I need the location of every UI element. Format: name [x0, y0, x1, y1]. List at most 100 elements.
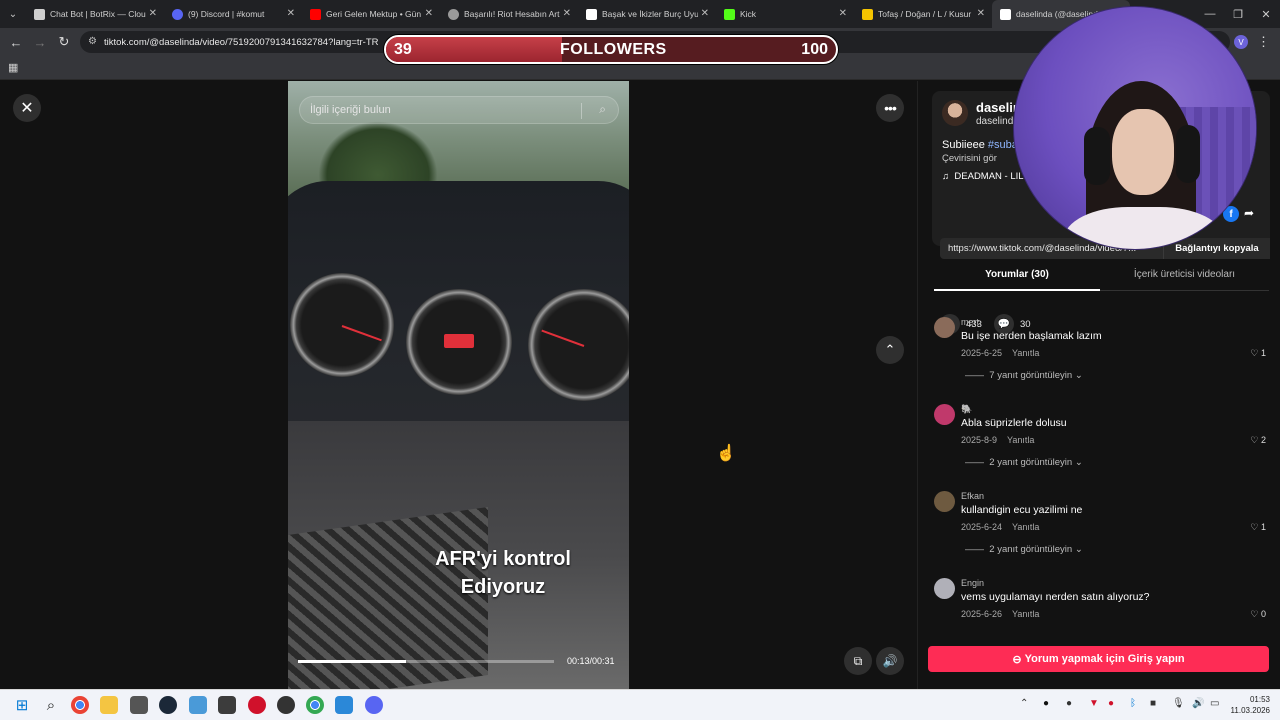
comment-avatar[interactable]: [934, 578, 955, 599]
apps-grid-icon[interactable]: ▦: [8, 61, 18, 74]
music-title: DEADMAN - LIL: [954, 171, 1024, 182]
avatar[interactable]: [942, 100, 968, 126]
tray-app-icon[interactable]: ▼: [1089, 698, 1099, 709]
maximize-icon[interactable]: ❐: [1224, 0, 1252, 28]
site-info-icon[interactable]: ⚙: [88, 36, 97, 47]
login-label: Yorum yapmak için Giriş yapın: [1024, 653, 1185, 665]
tab-title: Tofaş / Doğan / L / Kusur: [878, 9, 972, 19]
browser-tab[interactable]: Tofaş / Doğan / L / Kusur ✕: [854, 0, 992, 28]
video-caption: AFR'yi kontrol Ediyoruz: [408, 545, 598, 601]
windows-taskbar: ⊞ ⌕ ⌃ ● ● ▼ ● ᛒ ■ 🎙 🔊 ▭ 01:53 11.03.2026: [0, 689, 1280, 720]
view-replies-button[interactable]: —— 2 yanıt görüntüleyin ⌄: [965, 544, 1083, 555]
browser-tab[interactable]: Geri Gelen Mektup • Gün ✕: [302, 0, 440, 28]
comment-author[interactable]: 🐘: [961, 404, 972, 415]
tray-app-icon[interactable]: ●: [1066, 698, 1072, 709]
view-replies-label: 7 yanıt görüntüleyin: [989, 370, 1073, 381]
close-tab-icon[interactable]: ✕: [839, 8, 847, 19]
minimize-icon[interactable]: —: [1196, 0, 1224, 28]
speaker-icon[interactable]: 🔊: [1192, 698, 1204, 709]
tab-search-dropdown[interactable]: ⌄: [0, 0, 26, 28]
tiktok-icon: [1000, 8, 1011, 20]
comment-avatar[interactable]: [934, 404, 955, 425]
close-tab-icon[interactable]: ✕: [149, 8, 157, 19]
search-divider: [581, 103, 582, 119]
view-replies-button[interactable]: —— 7 yanıt görüntüleyin ⌄: [965, 370, 1083, 381]
login-to-comment-button[interactable]: ⊖ Yorum yapmak için Giriş yapın: [928, 646, 1269, 672]
browser-menu-icon[interactable]: ⋮: [1257, 34, 1270, 50]
browser-tab[interactable]: Chat Bot | BotRix — Cloud ✕: [26, 0, 164, 28]
comment-like-button[interactable]: ♡ 0: [1250, 609, 1266, 620]
kick-icon: [724, 8, 735, 20]
back-icon[interactable]: ←: [4, 28, 28, 56]
photos-icon[interactable]: [189, 696, 207, 714]
view-replies-button[interactable]: —— 2 yanıt görüntüleyin ⌄: [965, 457, 1083, 468]
video-progress-bar[interactable]: [298, 660, 554, 663]
bluetooth-icon[interactable]: ᛒ: [1130, 698, 1136, 709]
close-tab-icon[interactable]: ✕: [287, 8, 295, 19]
chrome-active-icon[interactable]: [306, 696, 324, 714]
more-options-button[interactable]: •••: [876, 94, 904, 122]
profile-avatar[interactable]: V: [1234, 35, 1248, 49]
discord-app-icon[interactable]: [365, 696, 383, 714]
steam-icon[interactable]: [159, 696, 177, 714]
search-icon[interactable]: ⌕: [599, 102, 606, 117]
microphone-icon[interactable]: 🎙: [1172, 698, 1185, 709]
previous-video-button[interactable]: ⌃: [876, 336, 904, 364]
forward-icon[interactable]: →: [28, 28, 52, 56]
calculator-icon[interactable]: [218, 696, 236, 714]
comment-author[interactable]: Engin: [961, 578, 984, 588]
reply-button[interactable]: Yanıtla: [1007, 435, 1034, 445]
tray-app-icon[interactable]: ●: [1043, 698, 1049, 709]
tab-creator-videos[interactable]: İçerik üreticisi videoları: [1100, 269, 1269, 280]
reply-button[interactable]: Yanıtla: [1012, 522, 1039, 532]
close-tab-icon[interactable]: ✕: [977, 8, 985, 19]
browser-tab[interactable]: Kick ✕: [716, 0, 854, 28]
tray-expand-icon[interactable]: ⌃: [1020, 698, 1028, 709]
opera-icon[interactable]: [248, 696, 266, 714]
search-icon[interactable]: ⌕: [42, 696, 60, 714]
tray-app-icon[interactable]: ●: [1108, 698, 1114, 709]
picture-in-picture-button[interactable]: ⧉: [844, 647, 872, 675]
comment-like-button[interactable]: ♡ 1: [1250, 348, 1266, 359]
goal-target: 100: [801, 41, 828, 58]
obs-icon[interactable]: [277, 696, 295, 714]
reply-button[interactable]: Yanıtla: [1012, 348, 1039, 358]
file-explorer-icon[interactable]: [100, 696, 118, 714]
close-tab-icon[interactable]: ✕: [701, 8, 709, 19]
related-search-input[interactable]: İlgili içeriği bulun ⌕: [299, 96, 619, 124]
comment-date: 2025-8-9: [961, 435, 998, 445]
tab-title: Başarılı! Riot Hesabın Art: [464, 9, 560, 19]
browser-tab[interactable]: Başak ve İkizler Burç Uyum ✕: [578, 0, 716, 28]
translate-link[interactable]: Çevirisini gör: [942, 153, 997, 164]
taskbar-clock[interactable]: 01:53 11.03.2026: [1231, 694, 1270, 716]
close-window-icon[interactable]: ✕: [1252, 0, 1280, 28]
comment-avatar[interactable]: [934, 317, 955, 338]
comment-author[interactable]: Efkan: [961, 491, 984, 501]
chrome-icon[interactable]: [71, 696, 89, 714]
network-icon[interactable]: ▭: [1210, 698, 1219, 709]
close-video-button[interactable]: ✕: [13, 94, 41, 122]
music-row[interactable]: ♫ DEADMAN - LIL: [942, 171, 1024, 182]
follower-goal-fill: [386, 37, 562, 62]
tab-title: Chat Bot | BotRix — Cloud: [50, 9, 146, 19]
tray-app-icon[interactable]: ■: [1150, 698, 1156, 709]
video-player[interactable]: İlgili içeriği bulun ⌕ AFR'yi kontrol Ed…: [288, 81, 629, 689]
close-tab-icon[interactable]: ✕: [425, 8, 433, 19]
store-app-icon[interactable]: [335, 696, 353, 714]
comment-meta: 2025-6-24 Yanıtla: [961, 522, 1039, 532]
close-tab-icon[interactable]: ✕: [563, 8, 571, 19]
volume-button[interactable]: 🔊: [876, 647, 904, 675]
tab-title: (9) Discord | #komut: [188, 9, 265, 19]
browser-tab[interactable]: (9) Discord | #komut ✕: [164, 0, 302, 28]
comment-avatar[interactable]: [934, 491, 955, 512]
browser-tab[interactable]: Başarılı! Riot Hesabın Art ✕: [440, 0, 578, 28]
comment-author[interactable]: mert: [961, 317, 979, 327]
camera-app-icon[interactable]: [130, 696, 148, 714]
reply-button[interactable]: Yanıtla: [1012, 609, 1039, 619]
follower-goal-bar: 39 FOLLOWERS 100: [384, 35, 838, 64]
reload-icon[interactable]: ↻: [52, 28, 76, 56]
comment-like-button[interactable]: ♡ 2: [1250, 435, 1266, 446]
tab-comments[interactable]: Yorumlar (30): [934, 269, 1100, 291]
comment-like-button[interactable]: ♡ 1: [1250, 522, 1266, 533]
windows-start-icon[interactable]: ⊞: [13, 696, 31, 714]
